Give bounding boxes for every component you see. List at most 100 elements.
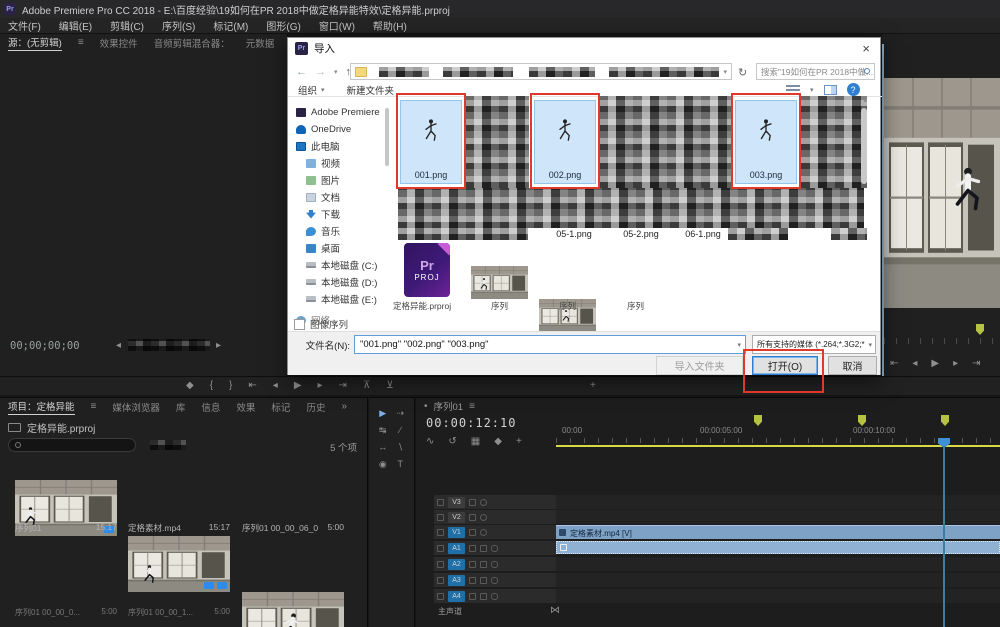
scroll-up-icon[interactable]: ▴	[863, 96, 867, 104]
track-mute-icon[interactable]	[469, 561, 476, 568]
help-icon[interactable]: ?	[847, 83, 860, 96]
marker-icon[interactable]: ◆	[494, 436, 502, 447]
step-forward-icon[interactable]: ▸	[953, 358, 958, 369]
track-solo-icon[interactable]	[480, 561, 487, 568]
back-icon[interactable]: ←	[296, 66, 307, 78]
item-name[interactable]: 序列01 00_00_06_09.	[242, 522, 318, 534]
image-sequence-checkbox[interactable]	[294, 319, 305, 330]
go-to-in-icon[interactable]: ⇤	[248, 380, 256, 391]
track-badge[interactable]: A2	[448, 559, 465, 570]
menu-file[interactable]: 文件(F)	[8, 18, 41, 33]
view-dropdown-icon[interactable]: ▾	[810, 86, 814, 94]
menu-graphics[interactable]: 图形(G)	[266, 18, 300, 33]
timeline-timecode[interactable]: 00:00:12:10	[426, 416, 516, 430]
source-timecode[interactable]: 00;00;00;00	[10, 340, 80, 352]
file-05-1-png[interactable]: 05-1.png	[543, 229, 605, 239]
track-badge[interactable]: V3	[448, 497, 465, 508]
mark-out-icon[interactable]: }	[229, 380, 232, 391]
file-06-1-png[interactable]: 06-1.png	[672, 229, 734, 239]
fit-dropdown-left-icon[interactable]: ◂	[116, 340, 121, 351]
timeline-settings-icon[interactable]: ▦	[471, 436, 480, 447]
item-name[interactable]: 序列01 00_00_0...	[15, 607, 80, 618]
tab-audio-clip-mixer[interactable]: 音频剪辑混合器：	[154, 36, 230, 50]
search-icon[interactable]	[864, 68, 870, 74]
sidebar-item-disk-d[interactable]: 本地磁盘 (D:)	[288, 274, 388, 290]
new-folder-button[interactable]: 新建文件夹	[347, 83, 395, 97]
menu-marker[interactable]: 标记(M)	[213, 18, 248, 33]
fit-dropdown-right-icon[interactable]: ▸	[216, 340, 221, 351]
tab-project[interactable]: 项目：定格异能	[8, 399, 75, 415]
track-lock-icon[interactable]	[437, 545, 444, 552]
file-area-scrollbar[interactable]	[861, 108, 867, 184]
refresh-icon[interactable]: ↻	[738, 66, 747, 79]
address-dropdown-icon[interactable]: ▾	[723, 68, 727, 76]
sidebar-item-videos[interactable]: 视频	[288, 155, 388, 171]
sequence-file-thumb[interactable]	[471, 266, 528, 299]
track-solo-icon[interactable]	[480, 593, 487, 600]
file-type-dropdown-icon[interactable]: ▾	[868, 341, 872, 349]
file-name-dropdown-icon[interactable]: ▾	[737, 341, 741, 349]
sidebar-item-onedrive[interactable]: OneDrive	[288, 121, 388, 137]
track-badge[interactable]: V1	[448, 527, 465, 538]
track-header-a1[interactable]: A1	[434, 541, 556, 555]
step-back-icon[interactable]: ◂	[273, 380, 278, 391]
track-lock-icon[interactable]	[437, 514, 444, 521]
program-mini-ruler[interactable]	[884, 338, 1000, 344]
tab-metadata[interactable]: 元数据	[246, 36, 275, 50]
dialog-title-bar[interactable]: Pr 导入	[288, 38, 880, 59]
track-lock-icon[interactable]	[437, 529, 444, 536]
go-to-out-icon[interactable]: ⇥	[339, 380, 347, 391]
track-header-a2[interactable]: A2	[434, 557, 556, 571]
tab-effects[interactable]: 效果	[236, 400, 255, 414]
insert-icon[interactable]: ⊼	[363, 380, 370, 391]
sidebar-item-this-pc[interactable]: 此电脑	[288, 138, 388, 154]
play-icon[interactable]: ▶	[931, 358, 939, 369]
item-name[interactable]: 定格素材.mp4	[128, 522, 181, 534]
track-badge[interactable]: A4	[448, 591, 465, 602]
project-item-thumb[interactable]	[242, 592, 344, 627]
track-header-v2[interactable]: V2	[434, 510, 556, 524]
preview-pane-icon[interactable]	[824, 85, 837, 95]
play-icon[interactable]: ▶	[294, 380, 302, 391]
project-search-input[interactable]	[8, 438, 136, 452]
ripple-edit-tool[interactable]: ↹	[379, 425, 387, 436]
step-back-icon[interactable]: ◂	[912, 358, 917, 369]
go-to-in-icon[interactable]: ⇤	[890, 358, 898, 369]
sidebar-item-documents[interactable]: 文档	[288, 189, 388, 205]
track-solo-icon[interactable]	[480, 545, 487, 552]
track-content-a4[interactable]	[556, 589, 1000, 603]
tab-markers[interactable]: 标记	[271, 400, 290, 414]
item-name[interactable]: 序列01 00_00_1...	[128, 607, 193, 618]
track-mic-icon[interactable]	[491, 593, 498, 600]
menu-help[interactable]: 帮助(H)	[373, 18, 407, 33]
type-tool[interactable]: T	[398, 459, 404, 470]
track-header-a4[interactable]: A4	[434, 589, 556, 603]
search-input[interactable]: 搜索"19如何在PR 2018中做...	[756, 63, 875, 80]
sidebar-item-desktop[interactable]: 桌面	[288, 240, 388, 256]
work-area-bar[interactable]	[556, 445, 1000, 447]
hand-tool[interactable]: ◉	[379, 459, 387, 470]
track-badge[interactable]: V2	[448, 512, 465, 523]
item-name[interactable]: 序列01	[15, 522, 41, 534]
playhead-line[interactable]	[943, 446, 945, 627]
track-mute-icon[interactable]	[469, 593, 476, 600]
nest-icon[interactable]: +	[516, 436, 522, 447]
panel-menu-icon[interactable]: ≡	[91, 401, 97, 412]
close-icon[interactable]: ×	[862, 41, 870, 56]
menu-sequence[interactable]: 序列(S)	[162, 18, 195, 33]
sidebar-item-downloads[interactable]: 下载	[288, 206, 388, 222]
tab-sequence[interactable]: 序列01	[434, 399, 464, 413]
track-mic-icon[interactable]	[491, 545, 498, 552]
track-mute-icon[interactable]	[469, 545, 476, 552]
track-sync-icon[interactable]	[469, 529, 476, 536]
track-header-v3[interactable]: V3	[434, 495, 556, 509]
track-lock-icon[interactable]	[437, 499, 444, 506]
add-marker-icon[interactable]: ◆	[186, 380, 194, 391]
file-prproj[interactable]: Pr PROJ	[404, 243, 450, 297]
tab-info[interactable]: 信息	[201, 400, 220, 414]
sidebar-item-adobe-premiere[interactable]: Adobe Premiere	[288, 104, 388, 120]
track-lock-icon[interactable]	[437, 561, 444, 568]
track-mute-icon[interactable]	[469, 577, 476, 584]
cancel-button[interactable]: 取消	[828, 356, 877, 375]
file-name-input[interactable]: "001.png" "002.png" "003.png" ▾	[354, 335, 746, 354]
